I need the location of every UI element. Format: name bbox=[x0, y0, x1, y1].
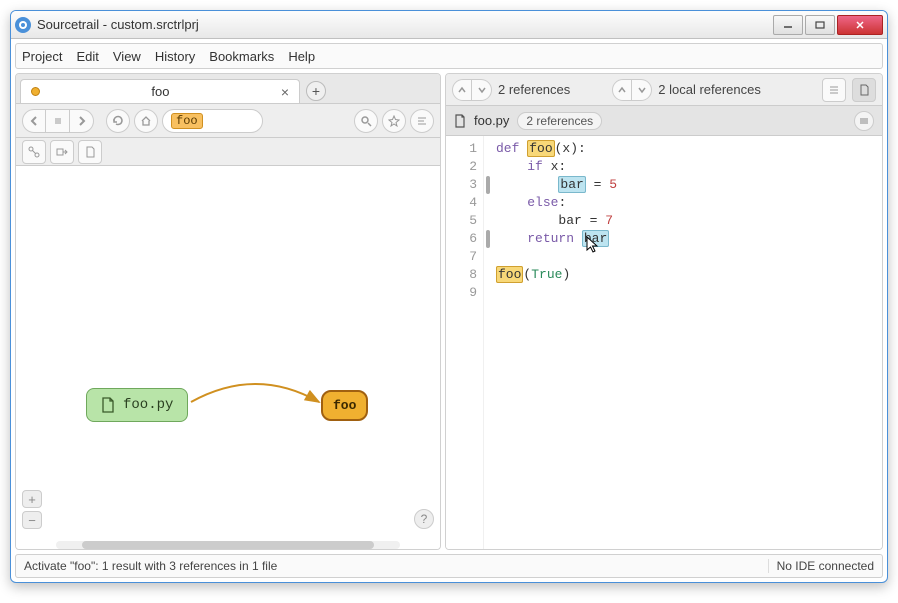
file-icon bbox=[101, 397, 115, 413]
graph-scrollbar[interactable] bbox=[56, 541, 400, 549]
graph-func-node[interactable]: foo bbox=[321, 390, 368, 421]
titlebar: Sourcetrail - custom.srctrlprj bbox=[11, 11, 887, 39]
graph-link-icon[interactable] bbox=[22, 140, 46, 164]
tab-status-dot bbox=[31, 87, 40, 96]
refresh-button[interactable] bbox=[106, 109, 130, 133]
history-list-button[interactable] bbox=[46, 109, 70, 133]
ref-next-button[interactable] bbox=[472, 79, 492, 101]
mode-file-button[interactable] bbox=[852, 78, 876, 102]
file-node-label: foo.py bbox=[123, 397, 173, 413]
minimize-button[interactable] bbox=[773, 15, 803, 35]
file-ref-pill[interactable]: 2 references bbox=[517, 112, 602, 130]
menubar: Project Edit View History Bookmarks Help bbox=[15, 43, 883, 69]
help-button[interactable]: ? bbox=[414, 509, 434, 529]
zoom-in-button[interactable]: + bbox=[22, 490, 42, 508]
graph-file-node[interactable]: foo.py bbox=[86, 388, 188, 422]
maximize-button[interactable] bbox=[805, 15, 835, 35]
reference-bar: 2 references 2 local references bbox=[446, 74, 882, 106]
window-title: Sourcetrail - custom.srctrlprj bbox=[37, 17, 771, 32]
code-pane: 2 references 2 local references foo.py 2… bbox=[445, 73, 883, 550]
tab-add-button[interactable]: + bbox=[306, 81, 326, 101]
menu-bookmarks[interactable]: Bookmarks bbox=[209, 49, 274, 64]
home-button[interactable] bbox=[134, 109, 158, 133]
search-button[interactable] bbox=[354, 109, 378, 133]
back-button[interactable] bbox=[22, 109, 46, 133]
graph-toolbar bbox=[16, 138, 440, 166]
ref-prev-button[interactable] bbox=[452, 79, 472, 101]
menu-history[interactable]: History bbox=[155, 49, 195, 64]
file-name: foo.py bbox=[474, 113, 509, 128]
line-gutter: 123 456 789 bbox=[446, 136, 484, 549]
tabbar: foo × + bbox=[16, 74, 440, 104]
file-icon bbox=[454, 114, 466, 128]
nav-toolbar: foo bbox=[16, 104, 440, 138]
screen-search-button[interactable] bbox=[410, 109, 434, 133]
menu-project[interactable]: Project bbox=[22, 49, 62, 64]
graph-arrow-icon[interactable] bbox=[50, 140, 74, 164]
graph-pane: foo × + foo bbox=[15, 73, 441, 550]
forward-button[interactable] bbox=[70, 109, 94, 133]
mode-snippet-button[interactable] bbox=[822, 78, 846, 102]
search-chip: foo bbox=[171, 113, 203, 129]
zoom-out-button[interactable]: − bbox=[22, 511, 42, 529]
file-header: foo.py 2 references bbox=[446, 106, 882, 136]
ide-status: No IDE connected bbox=[768, 559, 874, 573]
code-editor[interactable]: 123 456 789 def foo(x): if x: bar = 5 el… bbox=[446, 136, 882, 549]
menu-help[interactable]: Help bbox=[288, 49, 315, 64]
status-text: Activate "foo": 1 result with 3 referenc… bbox=[24, 559, 277, 573]
close-button[interactable] bbox=[837, 15, 883, 35]
app-icon bbox=[15, 17, 31, 33]
tab-close-icon[interactable]: × bbox=[281, 84, 289, 100]
tab-foo[interactable]: foo × bbox=[20, 79, 300, 103]
graph-file-icon[interactable] bbox=[78, 140, 102, 164]
local-ref-prev-button[interactable] bbox=[612, 79, 632, 101]
tab-label: foo bbox=[46, 84, 275, 99]
search-input[interactable]: foo bbox=[162, 109, 263, 133]
local-ref-next-button[interactable] bbox=[632, 79, 652, 101]
ref-count: 2 references bbox=[498, 82, 570, 97]
file-menu-button[interactable] bbox=[854, 111, 874, 131]
bookmark-button[interactable] bbox=[382, 109, 406, 133]
local-ref-count: 2 local references bbox=[658, 82, 761, 97]
menu-edit[interactable]: Edit bbox=[76, 49, 98, 64]
func-node-label: foo bbox=[333, 398, 356, 413]
marker-gutter bbox=[484, 136, 492, 549]
graph-canvas[interactable]: foo.py foo + − ? bbox=[16, 166, 440, 537]
menu-view[interactable]: View bbox=[113, 49, 141, 64]
statusbar: Activate "foo": 1 result with 3 referenc… bbox=[15, 554, 883, 578]
